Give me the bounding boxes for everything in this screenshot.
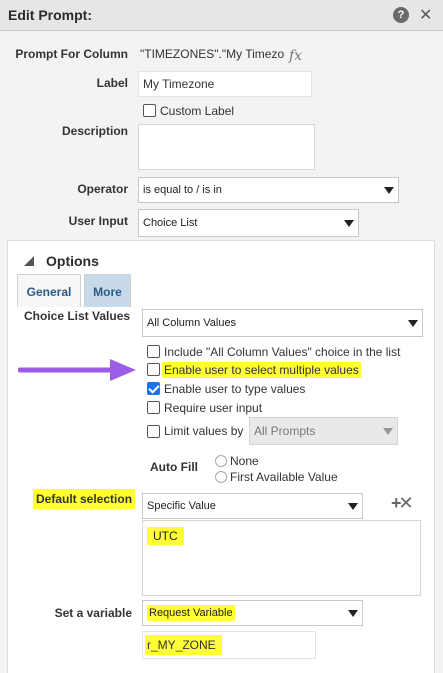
fx-icon[interactable]: fx [289,48,302,64]
auto-fill-none-text: None [230,454,259,468]
select-multiple-values-checkbox[interactable] [147,363,160,376]
auto-fill-first-value-text: First Available Value [230,470,338,484]
default-selection-label: Default selection [33,489,136,509]
description-textarea[interactable] [138,124,315,170]
limit-values-by-select: All Prompts [249,417,398,445]
description-label: Description [61,124,128,138]
default-selection-select[interactable]: Specific Value [142,493,363,519]
add-remove-values-icon[interactable]: +✕ [391,493,414,514]
operator-select[interactable]: is equal to / is in [138,177,399,203]
default-selection-value: Specific Value [147,500,216,512]
auto-fill-label: Auto Fill [150,460,198,474]
set-variable-label: Set a variable [54,606,132,620]
user-input-value: Choice List [143,217,198,229]
tab-more[interactable]: More [84,274,131,307]
chevron-down-icon [348,609,358,617]
operator-value: is equal to / is in [143,184,222,196]
chevron-down-icon [344,219,354,227]
require-user-input-checkbox[interactable] [147,401,160,414]
limit-values-by-checkbox[interactable] [147,425,160,438]
dialog-title-bar: Edit Prompt: ? ✕ [0,0,443,31]
chevron-down-icon [383,427,393,435]
set-variable-select[interactable]: Request Variable [142,600,363,626]
type-values-text: Enable user to type values [164,382,306,396]
choice-list-values-select[interactable]: All Column Values [142,309,423,337]
collapse-triangle-icon[interactable] [24,256,34,266]
chevron-down-icon [348,502,358,510]
prompt-for-column-value: "TIMEZONES"."My Timezo [140,47,285,61]
chevron-down-icon [384,186,394,194]
set-variable-value-wrap: Request Variable [147,605,342,621]
select-multiple-values-text: Enable user to select multiple values [162,362,361,378]
user-input-select[interactable]: Choice List [138,209,359,237]
default-values-text: UTC [147,527,184,545]
help-icon[interactable]: ? [393,7,409,23]
type-values-checkbox[interactable] [147,382,160,395]
user-input-label: User Input [68,214,128,228]
choice-list-values-label: Choice List Values [24,309,131,323]
arrow-annotation-icon [18,359,136,381]
dialog-title: Edit Prompt: [8,7,92,23]
set-variable-value: Request Variable [147,605,235,621]
label-field-label: Label [96,76,128,90]
variable-name-value: r_MY_ZONE [145,635,222,655]
auto-fill-none-radio[interactable] [215,455,227,467]
default-values-textarea[interactable]: UTC [142,520,421,596]
include-all-column-values-text: Include "All Column Values" choice in th… [164,345,401,359]
choice-list-values-value: All Column Values [147,317,237,329]
auto-fill-first-value-radio[interactable] [215,471,227,483]
variable-name-input[interactable]: r_MY_ZONE [142,631,316,659]
options-header: Options [46,253,99,269]
require-user-input-text: Require user input [164,401,263,415]
prompt-for-column-label: Prompt For Column [15,47,128,61]
limit-values-by-text: Limit values by [164,424,244,438]
chevron-down-icon [408,319,418,327]
custom-label-text: Custom Label [160,104,235,118]
include-all-column-values-checkbox[interactable] [147,345,160,358]
operator-label: Operator [77,182,128,196]
label-input[interactable] [138,71,312,97]
tab-general[interactable]: General [17,274,81,307]
custom-label-checkbox[interactable] [143,104,156,117]
close-icon[interactable]: ✕ [419,5,432,25]
limit-values-by-value: All Prompts [254,424,316,438]
